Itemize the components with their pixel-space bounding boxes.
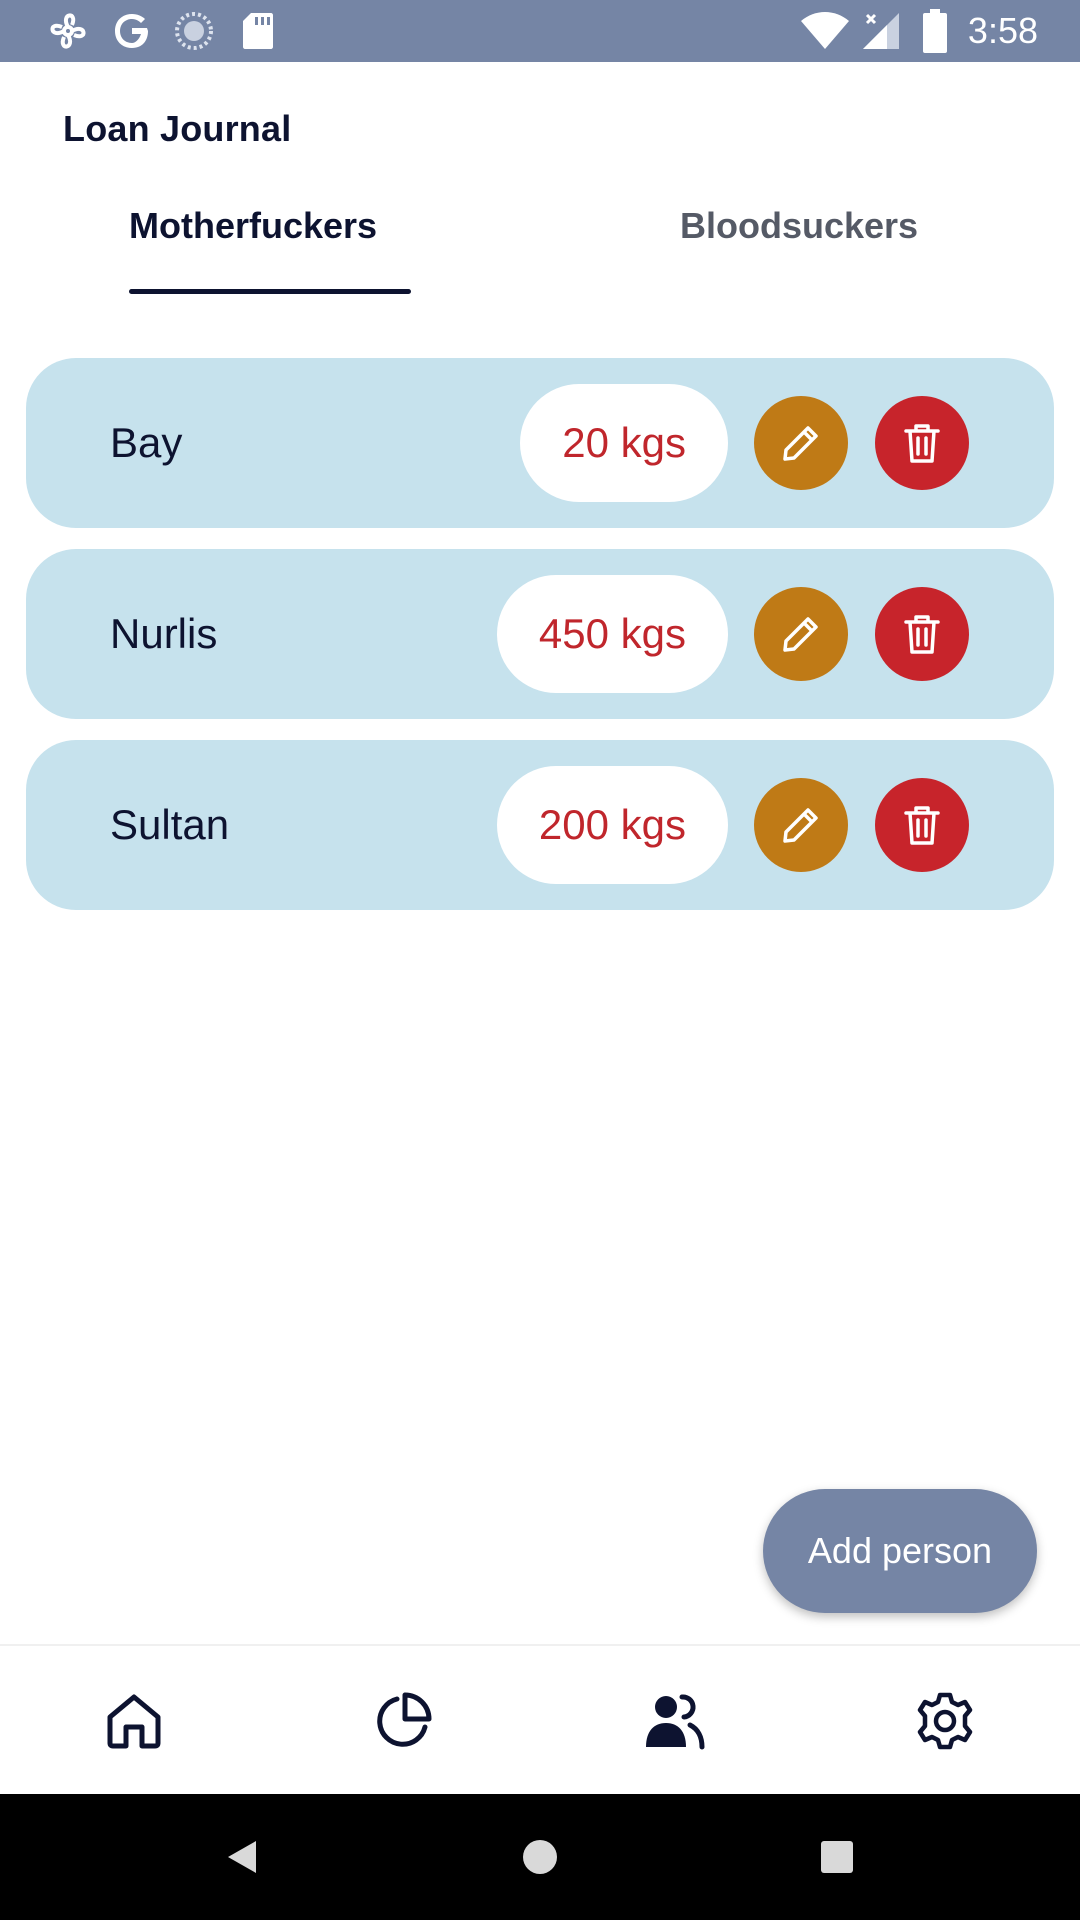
fan-icon (44, 0, 92, 62)
nav-home[interactable] (74, 1646, 194, 1796)
person-card[interactable]: Bay 20 kgs (26, 358, 1054, 528)
pencil-icon (783, 808, 818, 843)
pencil-icon (783, 617, 818, 652)
delete-button[interactable] (875, 396, 969, 490)
edit-button[interactable] (754, 778, 848, 872)
app-title: Loan Journal (63, 108, 292, 149)
tab-bloodsuckers[interactable]: Bloodsuckers (680, 205, 918, 265)
back-button[interactable] (182, 1794, 302, 1920)
tab-motherfuckers[interactable]: Motherfuckers (129, 205, 377, 265)
edit-button[interactable] (754, 587, 848, 681)
trash-icon (904, 615, 940, 654)
sd-card-icon (234, 0, 282, 62)
battery-icon (918, 0, 952, 62)
trash-icon (904, 806, 940, 845)
person-name: Sultan (110, 801, 230, 848)
recents-icon (821, 1841, 853, 1873)
amount-badge: 200 kgs (496, 766, 728, 884)
status-bar: 3:58 (0, 0, 1080, 62)
nav-statistics[interactable] (343, 1646, 463, 1796)
nav-people[interactable] (614, 1646, 734, 1796)
pencil-icon (783, 426, 818, 461)
home-button[interactable] (480, 1794, 600, 1920)
active-tab-indicator (129, 289, 411, 294)
amount-badge: 450 kgs (496, 575, 728, 693)
person-name: Bay (110, 419, 183, 466)
edit-button[interactable] (754, 396, 848, 490)
sync-icon (170, 0, 218, 62)
delete-button[interactable] (875, 587, 969, 681)
delete-button[interactable] (875, 778, 969, 872)
back-icon (228, 1841, 256, 1873)
system-navigation-bar (0, 1794, 1080, 1920)
signal-icon (858, 0, 904, 62)
amount-badge: 20 kgs (520, 384, 728, 502)
status-time: 3:58 (967, 10, 1038, 51)
recents-button[interactable] (777, 1794, 897, 1920)
wifi-icon (796, 0, 854, 62)
person-card[interactable]: Sultan 200 kgs (26, 740, 1054, 910)
home-icon (107, 1694, 161, 1749)
person-name: Nurlis (110, 610, 218, 657)
add-person-button[interactable]: Add person (763, 1489, 1037, 1613)
person-card[interactable]: Nurlis 450 kgs (26, 549, 1054, 719)
pie-chart-icon (377, 1692, 432, 1747)
google-icon (108, 0, 156, 62)
nav-settings[interactable] (885, 1646, 1005, 1796)
people-icon (646, 1694, 705, 1750)
settings-icon (917, 1692, 973, 1750)
bottom-navigation (0, 1644, 1080, 1794)
home-circle-icon (523, 1840, 557, 1874)
trash-icon (904, 424, 940, 463)
